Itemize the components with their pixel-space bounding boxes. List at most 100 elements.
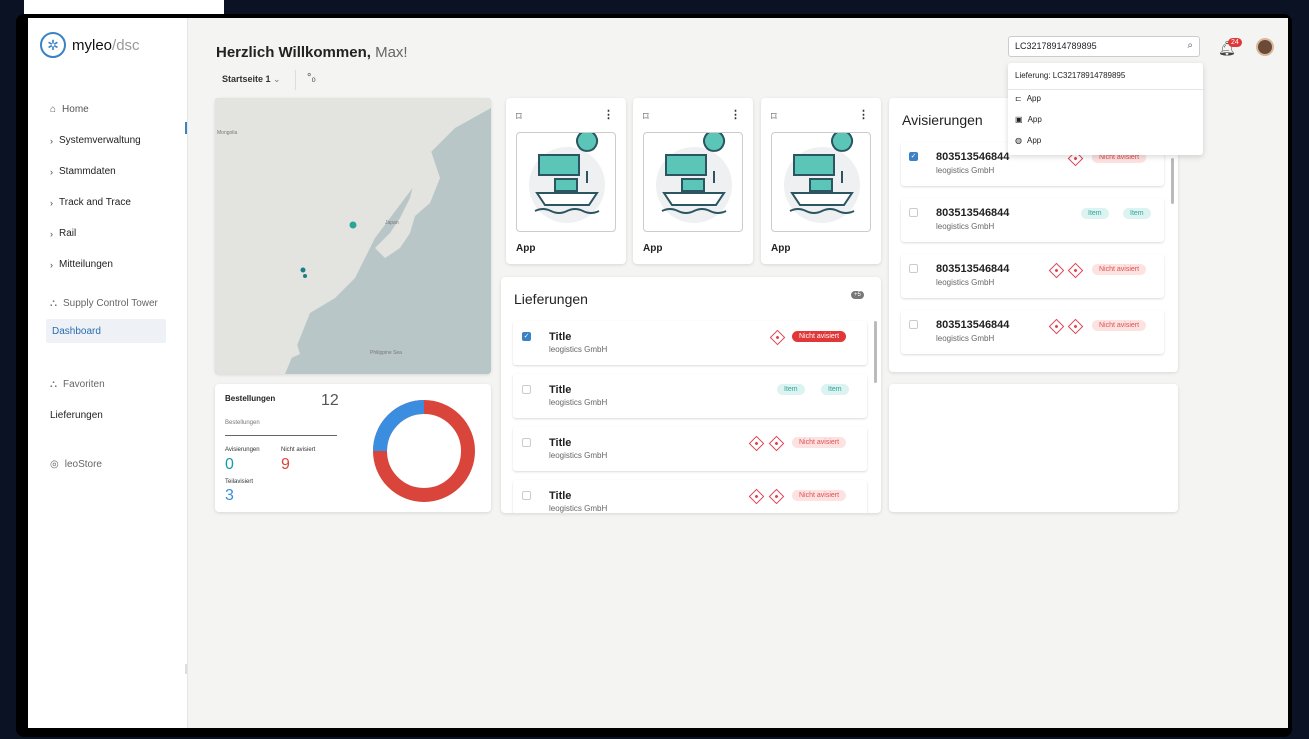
avisierungen-scrollbar[interactable] — [1171, 158, 1174, 204]
sidebar-item-leostore[interactable]: ◎ leoStore — [28, 449, 188, 480]
row-checkbox[interactable] — [909, 208, 918, 217]
bookmark-icon[interactable]: ⌑ — [516, 110, 522, 123]
lieferungen-title: Lieferungen — [514, 291, 588, 307]
bookmark-icon[interactable]: ⌑ — [771, 110, 777, 123]
ship-illustration-icon — [656, 130, 732, 223]
dropdown-divider — [1008, 89, 1203, 90]
dropdown-result[interactable]: ◍ App — [1015, 136, 1041, 145]
search-icon[interactable]: ⌕ — [1187, 40, 1193, 51]
header-divider — [295, 70, 296, 90]
row-checkbox[interactable] — [522, 385, 531, 394]
row-company: leogistics GmbH — [936, 166, 995, 175]
row-checkbox[interactable] — [522, 491, 531, 500]
sidebar-active-indicator — [185, 122, 187, 134]
app-name: App — [516, 243, 536, 254]
sidebar-item-systemverwaltung[interactable]: › Systemverwaltung — [28, 125, 188, 156]
sidebar-item-supply-control-tower[interactable]: ⛬ Supply Control Tower — [28, 288, 188, 319]
sidebar-item-track-and-trace[interactable]: › Track and Trace — [28, 187, 188, 218]
hazard-icon — [1067, 262, 1084, 279]
bestellungen-card: Bestellungen 12 Bestellungen Avisierunge… — [215, 384, 491, 512]
dropdown-result[interactable]: ▣ App — [1015, 115, 1042, 124]
row-checkbox[interactable] — [522, 438, 531, 447]
row-company: leogistics GmbH — [549, 345, 608, 354]
map-label-japan: Japan — [385, 220, 399, 226]
logo[interactable]: ✲ myleo/dsc — [40, 32, 140, 58]
lieferung-row[interactable]: Title leogistics GmbH Nicht avisiert — [513, 427, 867, 471]
search-input[interactable]: LC32178914789895 ⌕ — [1008, 36, 1200, 57]
sidebar-nav: ⌂ Home › Systemverwaltung › Stammdaten ›… — [28, 94, 188, 480]
teilavisiert-label: Teilavisiert — [225, 479, 254, 485]
map-card[interactable]: Mongolia Japan Philippine Sea — [215, 98, 491, 374]
sidebar-item-mitteilungen[interactable]: › Mitteilungen — [28, 249, 188, 280]
dropdown-result[interactable]: ⊏ App — [1015, 94, 1041, 103]
item-badge: Item — [777, 384, 805, 395]
item-badge: Item — [1123, 208, 1151, 219]
chevron-right-icon: › — [50, 259, 53, 270]
sidebar-item-stammdaten[interactable]: › Stammdaten — [28, 156, 188, 187]
map-label-mongolia: Mongolia — [217, 130, 238, 136]
compass-icon: ◍ — [1015, 136, 1022, 145]
app-card[interactable]: ⌑ ⋮ App — [633, 98, 753, 264]
logo-text: myleo/dsc — [72, 36, 140, 54]
sidebar-item-home[interactable]: ⌂ Home — [28, 94, 188, 125]
chevron-right-icon: › — [50, 197, 53, 208]
notification-badge: 24 — [1228, 38, 1242, 47]
dropdown-header[interactable]: Lieferung: LC32178914789895 — [1015, 71, 1125, 80]
more-vertical-icon[interactable]: ⋮ — [858, 108, 869, 121]
row-checkbox[interactable]: ✓ — [909, 152, 918, 161]
app-name: App — [771, 243, 791, 254]
row-checkbox[interactable]: ✓ — [522, 332, 531, 341]
chevron-right-icon: › — [50, 228, 53, 239]
app-screen: ✲ myleo/dsc ⌂ Home › Systemverwaltung › … — [28, 18, 1288, 728]
bookmark-icon[interactable]: ⌑ — [643, 110, 649, 123]
map-marker[interactable] — [300, 267, 306, 273]
more-vertical-icon[interactable]: ⋮ — [730, 108, 741, 121]
hazard-icon — [769, 329, 786, 346]
lieferung-row[interactable]: Title leogistics GmbH Nicht avisiert — [513, 480, 867, 513]
app-card[interactable]: ⌑ ⋮ App — [506, 98, 626, 264]
hazard-icon — [1048, 262, 1065, 279]
sidebar-item-rail[interactable]: › Rail — [28, 218, 188, 249]
sidebar-item-lieferungen[interactable]: Lieferungen — [28, 400, 188, 431]
sidebar-resize-handle[interactable] — [185, 664, 187, 674]
row-checkbox[interactable] — [909, 264, 918, 273]
avisierung-row[interactable]: 803513546844 leogistics GmbH Nicht avisi… — [901, 310, 1164, 354]
map-marker[interactable] — [303, 274, 307, 278]
avisierungen-label: Avisierungen — [225, 447, 260, 453]
more-vertical-icon[interactable]: ⋮ — [603, 108, 614, 121]
logo-icon: ✲ — [40, 32, 66, 58]
ship-illustration-icon — [529, 130, 605, 223]
app-card[interactable]: ⌑ ⋮ App — [761, 98, 881, 264]
avatar[interactable] — [1256, 38, 1274, 56]
avisierung-row[interactable]: 803513546844 leogistics GmbH Nicht avisi… — [901, 254, 1164, 298]
settings-icon[interactable]: °₀ — [307, 72, 316, 84]
row-title: Title — [549, 331, 572, 343]
map-canvas[interactable]: Mongolia Japan Philippine Sea — [215, 98, 491, 374]
avisierungen-value: 0 — [225, 456, 234, 473]
lieferung-row[interactable]: Title leogistics GmbH Item Item — [513, 374, 867, 418]
app-image — [643, 130, 743, 232]
avisierung-row[interactable]: 803513546844 leogistics GmbH Item Item — [901, 198, 1164, 242]
hazard-icon — [1048, 318, 1065, 335]
row-company: leogistics GmbH — [549, 398, 608, 407]
item-badge: Item — [821, 384, 849, 395]
sidebar-item-dashboard[interactable]: Dashboard — [46, 319, 166, 343]
row-checkbox[interactable] — [909, 320, 918, 329]
map-marker[interactable] — [349, 221, 357, 229]
lieferung-row[interactable]: ✓ Title leogistics GmbH Nicht avisiert — [513, 321, 867, 365]
sidebar-item-favoriten[interactable]: ⛬ Favoriten — [28, 369, 188, 400]
calendar-icon: ▣ — [1015, 115, 1023, 124]
bestellungen-count: 12 — [321, 392, 339, 409]
nicht-avisiert-label: Nicht avisiert — [281, 447, 316, 453]
truck-icon: ⊏ — [1015, 94, 1022, 103]
item-badge: Item — [1081, 208, 1109, 219]
row-id: 803513546844 — [936, 151, 1010, 163]
search-dropdown: Lieferung: LC32178914789895 ⊏ App ▣ App ◍ A… — [1008, 63, 1203, 155]
page-title: Herzlich Willkommen, Max! — [216, 44, 408, 61]
chevron-down-icon: ⌄ — [273, 74, 281, 84]
search-value: LC32178914789895 — [1015, 41, 1097, 51]
page-select[interactable]: Startseite 1 ⌄ — [222, 74, 281, 85]
lieferungen-scrollbar[interactable] — [874, 321, 877, 383]
